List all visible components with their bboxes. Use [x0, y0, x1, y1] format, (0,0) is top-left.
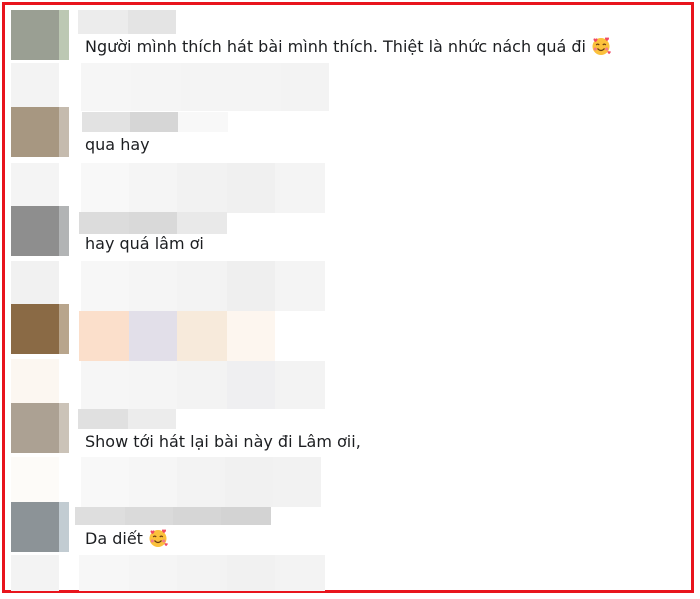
reaction-bar-blurred [227, 163, 275, 213]
comment-1: Người mình thích hát bài mình thích. Thi… [85, 36, 611, 58]
reaction-bar-blurred [177, 163, 227, 213]
reaction-bar-blurred [81, 361, 129, 409]
avatar-placeholder [11, 555, 59, 591]
reaction-bar-blurred [81, 163, 129, 213]
reaction-bar-blurred [79, 555, 129, 591]
commenter-name-blurred [128, 409, 176, 429]
commenter-name-blurred [78, 10, 128, 34]
comment-text: Người mình thích hát bài mình thích. Thi… [85, 37, 586, 56]
reaction-bar-blurred [81, 63, 131, 111]
commenter-name-blurred [78, 409, 128, 429]
reaction-bar-blurred [81, 261, 129, 311]
commenter-name-blurred [75, 507, 125, 525]
reaction-bar-blurred [129, 555, 177, 591]
avatar[interactable] [11, 10, 69, 60]
avatar-placeholder [11, 359, 59, 405]
commenter-name-blurred [173, 507, 221, 525]
reaction-bar-blurred [227, 261, 275, 311]
image-attachment-blurred[interactable] [79, 311, 129, 361]
reaction-bar-blurred [273, 457, 321, 507]
commenter-name-blurred [79, 212, 129, 234]
smiling-face-with-hearts-icon [149, 529, 168, 547]
avatar[interactable] [11, 107, 69, 157]
commenter-name-blurred [128, 10, 176, 34]
comment-5: Da diết [85, 528, 168, 550]
reaction-bar-blurred [227, 361, 275, 409]
avatar-placeholder [11, 63, 59, 111]
comment-text: Show tới hát lại bài này đi Lâm ơii, [85, 432, 361, 451]
avatar-placeholder [11, 457, 59, 505]
reaction-bar-blurred [275, 261, 325, 311]
reaction-bar-blurred [81, 457, 129, 507]
image-attachment-blurred[interactable] [129, 311, 177, 361]
avatar[interactable] [11, 403, 69, 453]
comment-3: hay quá lâm ơi [85, 233, 204, 255]
commenter-name-blurred [177, 212, 227, 234]
avatar-placeholder [11, 261, 59, 309]
reaction-bar-blurred [129, 163, 177, 213]
reaction-bar-blurred [275, 555, 325, 591]
reaction-bar-blurred [281, 63, 329, 111]
reaction-bar-blurred [129, 457, 177, 507]
avatar[interactable] [11, 502, 69, 552]
smiling-face-with-hearts-icon [592, 37, 611, 55]
reaction-bar-blurred [231, 63, 281, 111]
comment-4: Show tới hát lại bài này đi Lâm ơii, [85, 431, 361, 453]
image-attachment-blurred[interactable] [227, 311, 275, 361]
avatar[interactable] [11, 206, 69, 256]
commenter-name-blurred [130, 112, 178, 132]
commenter-name-blurred [125, 507, 173, 525]
comment-2: qua hay [85, 134, 150, 156]
comment-list-frame: Người mình thích hát bài mình thích. Thi… [2, 2, 694, 593]
commenter-name-blurred [178, 112, 228, 132]
reaction-bar-blurred [275, 163, 325, 213]
image-attachment-blurred[interactable] [177, 311, 227, 361]
reaction-bar-blurred [227, 555, 275, 591]
comment-text: Da diết [85, 529, 143, 548]
avatar-placeholder [11, 163, 59, 211]
reaction-bar-blurred [177, 555, 227, 591]
reaction-bar-blurred [181, 63, 231, 111]
reaction-bar-blurred [275, 361, 325, 409]
reaction-bar-blurred [177, 361, 227, 409]
reaction-bar-blurred [131, 63, 181, 111]
reaction-bar-blurred [177, 457, 225, 507]
comment-text: qua hay [85, 135, 150, 154]
commenter-name-blurred [129, 212, 177, 234]
reaction-bar-blurred [129, 361, 177, 409]
comment-text: hay quá lâm ơi [85, 234, 204, 253]
reaction-bar-blurred [177, 261, 227, 311]
reaction-bar-blurred [225, 457, 273, 507]
commenter-name-blurred [82, 112, 130, 132]
commenter-name-blurred [221, 507, 271, 525]
reaction-bar-blurred [129, 261, 177, 311]
avatar[interactable] [11, 304, 69, 354]
